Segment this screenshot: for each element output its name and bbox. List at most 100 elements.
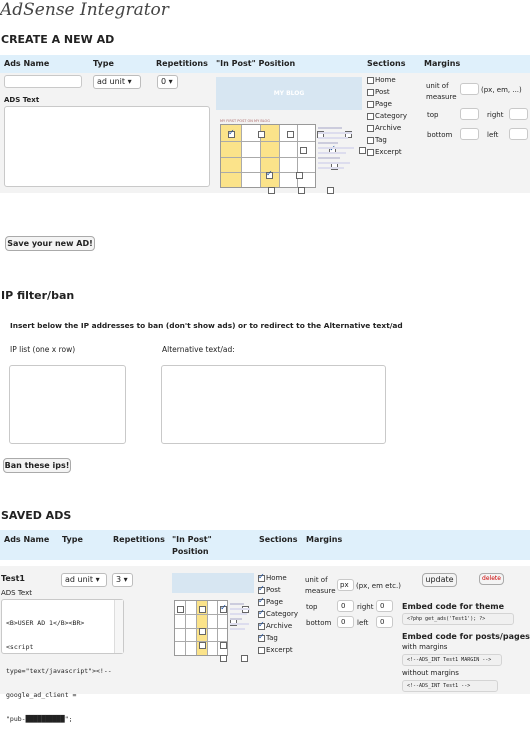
with-margins-code[interactable]: <!--ADS_INT Test1 MARGIN --> [402,654,502,666]
saved-pos-checkbox[interactable] [198,642,206,649]
position-preview: MY BLOG MY FIRST POST ON MY BLOG [216,75,366,194]
ip-list-textarea[interactable] [9,365,126,444]
saved-ads-heading: SAVED ADS [1,509,72,522]
col-repetitions: Repetitions [156,59,208,68]
margin-left-input[interactable] [509,128,528,140]
saved-type-select[interactable]: ad unit ▾ [61,573,107,587]
saved-col-repetitions: Repetitions [113,535,165,544]
pos-checkbox[interactable] [268,187,276,194]
textarea-scrollbar[interactable] [114,600,123,653]
saved-preview-sidebar [230,600,252,650]
saved-margin-unit-hint: (px, em etc.) [356,582,401,590]
section-checkbox[interactable] [258,646,265,654]
save-ad-button[interactable]: Save your new AD! [5,236,95,251]
col-type: Type [93,59,114,68]
saved-margin-bottom-label: bottom [306,619,332,627]
section-checkbox[interactable] [258,596,265,606]
update-button[interactable]: update [422,573,457,587]
saved-col-position: "In Post" Position [172,535,212,556]
margin-bottom-input[interactable] [460,128,479,140]
section-tag[interactable]: Tag [367,136,387,144]
section-checkbox[interactable] [367,100,374,108]
saved-ads-text-textarea[interactable]: <B>USER AD 1</B><BR> <script type="text/… [1,599,124,723]
section-checkbox[interactable] [258,620,265,630]
section-excerpt[interactable]: Excerpt [367,148,402,156]
saved-pos-checkbox[interactable] [220,603,228,613]
chevron-down-icon: ▾ [168,77,173,86]
section-checkbox[interactable] [367,88,374,96]
preview-sidebar [318,124,358,184]
pos-checkbox[interactable] [327,187,335,194]
pos-checkbox[interactable] [228,128,235,138]
saved-margin-unit-input[interactable]: px [337,579,354,591]
saved-section-home[interactable]: Home [258,572,287,582]
saved-section-tag[interactable]: Tag [258,632,278,642]
section-checkbox[interactable] [367,136,374,144]
ip-filter-instruction: Insert below the IP addresses to ban (do… [10,321,403,330]
app-title: AdSense Integrator [0,0,169,20]
margin-unit-input[interactable] [460,83,479,95]
saved-margin-left-input[interactable]: 0 [376,616,393,628]
saved-margin-right-input[interactable]: 0 [376,600,393,612]
saved-pos-checkbox[interactable] [199,628,206,635]
section-checkbox[interactable] [367,148,374,156]
saved-section-excerpt[interactable]: Excerpt [258,646,293,654]
without-margins-code[interactable]: <!--ADS_INT Test1 --> [402,680,498,692]
saved-margin-bottom-input[interactable]: 0 [337,616,354,628]
ban-ips-button[interactable]: Ban these ips! [3,458,71,473]
section-post[interactable]: Post [367,88,390,96]
pos-checkbox[interactable] [257,131,265,138]
embed-theme-label: Embed code for theme [402,602,505,611]
ads-name-input[interactable] [4,75,82,88]
section-archive[interactable]: Archive [367,124,401,132]
pos-checkbox[interactable] [287,131,295,138]
saved-col-ads-name: Ads Name [4,535,50,544]
blog-header-banner: MY BLOG [216,77,362,110]
saved-margin-top-label: top [306,603,318,611]
section-checkbox[interactable] [258,584,265,594]
type-select[interactable]: ad unit ▾ [93,75,141,89]
section-checkbox[interactable] [258,632,265,642]
saved-pos-checkbox[interactable] [177,606,184,613]
delete-button[interactable]: delete [479,573,504,585]
with-margins-label: with margins [402,643,448,651]
ip-filter-heading: IP filter/ban [1,289,75,302]
embed-theme-code[interactable]: <?php get_ads('Test1'); ?> [402,613,514,625]
saved-margin-left-label: left [357,619,369,627]
pos-checkbox[interactable] [297,187,305,194]
section-page[interactable]: Page [367,100,392,108]
saved-pos-checkbox[interactable] [241,655,249,662]
section-checkbox[interactable] [367,76,374,84]
post-grid [220,124,366,194]
saved-section-post[interactable]: Post [258,584,281,594]
section-checkbox[interactable] [367,124,374,132]
saved-pos-checkbox[interactable] [198,606,206,613]
pos-checkbox[interactable] [299,147,307,154]
col-sections: Sections [367,59,406,68]
saved-col-margins: Margins [306,535,343,544]
saved-repetitions-select[interactable]: 3 ▾ [112,573,133,587]
section-home[interactable]: Home [367,76,396,84]
blog-name: MY BLOG [273,90,305,97]
pos-checkbox[interactable] [358,147,366,154]
section-checkbox[interactable] [258,608,265,618]
section-checkbox[interactable] [258,572,265,582]
saved-pos-checkbox[interactable] [219,655,227,662]
margin-top-label: top [427,111,439,119]
section-checkbox[interactable] [367,112,374,120]
saved-pos-checkbox[interactable] [220,642,228,649]
saved-section-page[interactable]: Page [258,596,283,606]
saved-ad-name: Test1 [1,574,25,583]
margin-right-input[interactable] [509,108,528,120]
pos-checkbox[interactable] [266,169,273,179]
section-category[interactable]: Category [367,112,407,120]
alt-text-textarea[interactable] [161,365,386,444]
saved-section-archive[interactable]: Archive [258,620,292,630]
ads-text-textarea[interactable] [4,106,210,187]
embed-posts-label: Embed code for posts/pages [402,632,530,641]
margin-top-input[interactable] [460,108,479,120]
saved-section-category[interactable]: Category [258,608,298,618]
pos-checkbox[interactable] [295,172,303,179]
saved-margin-top-input[interactable]: 0 [337,600,354,612]
repetitions-select[interactable]: 0 ▾ [157,75,178,89]
